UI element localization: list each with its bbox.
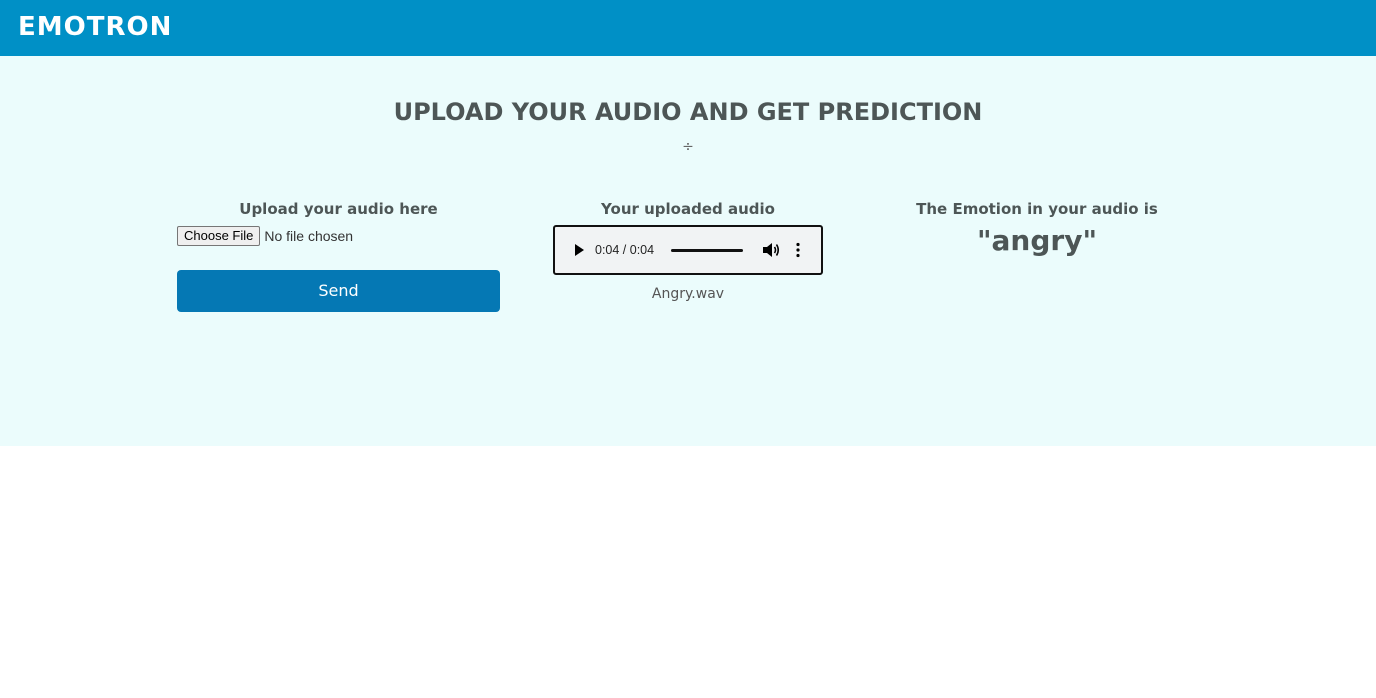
choose-file-button[interactable]: Choose File — [177, 226, 261, 246]
divider-icon: ÷ — [682, 139, 694, 155]
file-status-text: No file chosen — [264, 228, 354, 244]
result-heading: The Emotion in your audio is — [916, 200, 1158, 218]
audio-player-frame: 0:04 / 0:04 — [553, 225, 823, 275]
top-navbar: EMOTRON — [0, 0, 1376, 56]
upload-section: UPLOAD YOUR AUDIO AND GET PREDICTION ÷ U… — [0, 56, 1376, 446]
audio-progress-bar[interactable] — [671, 249, 743, 252]
brand-logo[interactable]: EMOTRON — [18, 11, 172, 43]
send-button[interactable]: Send — [177, 270, 500, 312]
file-input[interactable]: Choose File No file chosen — [177, 226, 353, 246]
audio-progress-fill — [671, 249, 743, 252]
volume-icon[interactable] — [762, 242, 780, 258]
audio-player[interactable]: 0:04 / 0:04 — [557, 229, 819, 271]
uploaded-audio-heading: Your uploaded audio — [601, 200, 775, 218]
upload-heading: Upload your audio here — [239, 200, 438, 218]
play-icon[interactable] — [575, 244, 584, 256]
more-vert-icon[interactable] — [795, 242, 801, 258]
predicted-emotion: "angry" — [976, 224, 1098, 257]
audio-file-name: Angry.wav — [651, 286, 725, 302]
audio-time: 0:04 / 0:04 — [595, 243, 655, 257]
page-title: UPLOAD YOUR AUDIO AND GET PREDICTION — [393, 98, 983, 126]
